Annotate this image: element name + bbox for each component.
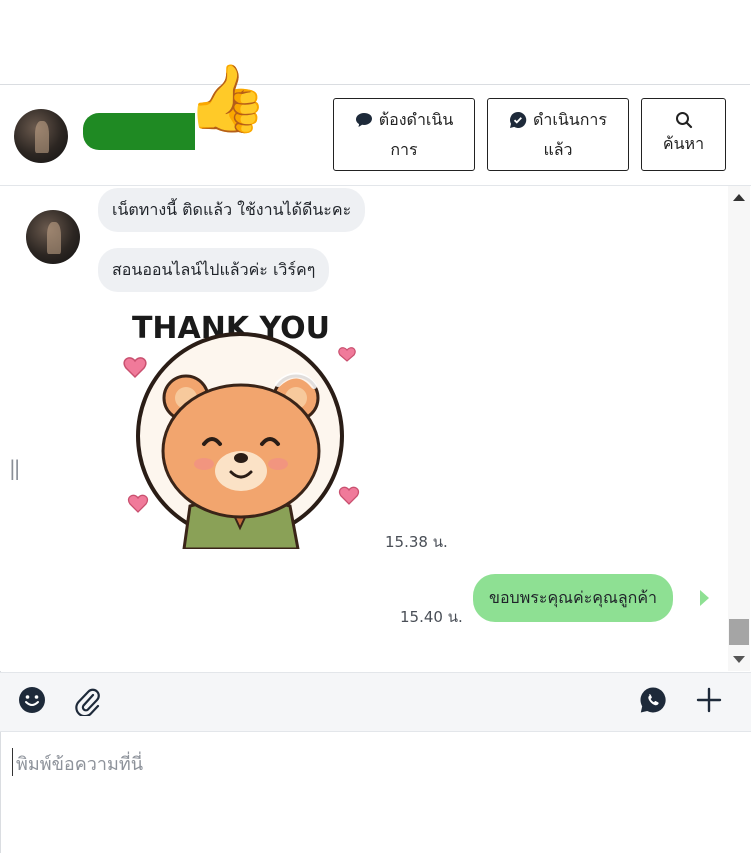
sender-avatar[interactable] (26, 210, 80, 264)
message-text: เน็ตทางนี้ ติดแล้ว ใช้งานได้ดีนะคะ (112, 199, 352, 219)
contact-avatar[interactable] (14, 109, 68, 163)
search-button-label: ค้นหา (662, 133, 705, 153)
contact-name-redacted (83, 113, 195, 150)
message-time: 15.38 น. (385, 533, 448, 551)
message-text: สอนออนไลน์ไปแล้วค่ะ เวิร์คๆ (112, 259, 316, 279)
search-button[interactable]: ค้นหา (641, 98, 726, 171)
outgoing-message[interactable]: ขอบพระคุณค่ะคุณลูกค้า (473, 574, 674, 622)
message-text: ขอบพระคุณค่ะคุณลูกค้า (489, 587, 658, 607)
todo-button[interactable]: ต้องดำเนิน การ (333, 98, 475, 171)
todo-button-label-2: การ (390, 139, 418, 159)
plus-icon[interactable] (695, 686, 723, 718)
scroll-thumb[interactable] (729, 619, 749, 645)
resize-handle-icon[interactable]: || (9, 456, 21, 480)
done-button-label-1: ดำเนินการ (533, 109, 607, 129)
attachment-icon[interactable] (73, 686, 101, 720)
chat-bubble-icon (355, 112, 373, 128)
outgoing-bubble-tail (700, 590, 709, 606)
message-input[interactable] (14, 745, 718, 783)
incoming-message[interactable]: เน็ตทางนี้ ติดแล้ว ใช้งานได้ดีนะคะ (98, 188, 366, 232)
check-bubble-icon (509, 111, 527, 129)
message-scrollbar[interactable] (728, 186, 750, 671)
todo-button-label-1: ต้องดำเนิน (378, 109, 454, 129)
scroll-down-arrow-icon[interactable] (733, 656, 745, 663)
text-caret (12, 748, 13, 776)
thumbs-up-emoji: 👍 (186, 60, 269, 137)
phone-chat-icon[interactable] (639, 686, 667, 718)
scroll-up-arrow-icon[interactable] (733, 194, 745, 201)
done-button[interactable]: ดำเนินการ แล้ว (487, 98, 629, 171)
search-icon (675, 111, 693, 129)
done-button-label-2: แล้ว (543, 139, 573, 159)
message-time: 15.40 น. (400, 608, 463, 626)
emoji-icon[interactable] (18, 686, 46, 718)
thank-you-bear-sticker[interactable]: THANK YOU (108, 306, 368, 551)
incoming-message[interactable]: สอนออนไลน์ไปแล้วค่ะ เวิร์คๆ (98, 248, 330, 292)
